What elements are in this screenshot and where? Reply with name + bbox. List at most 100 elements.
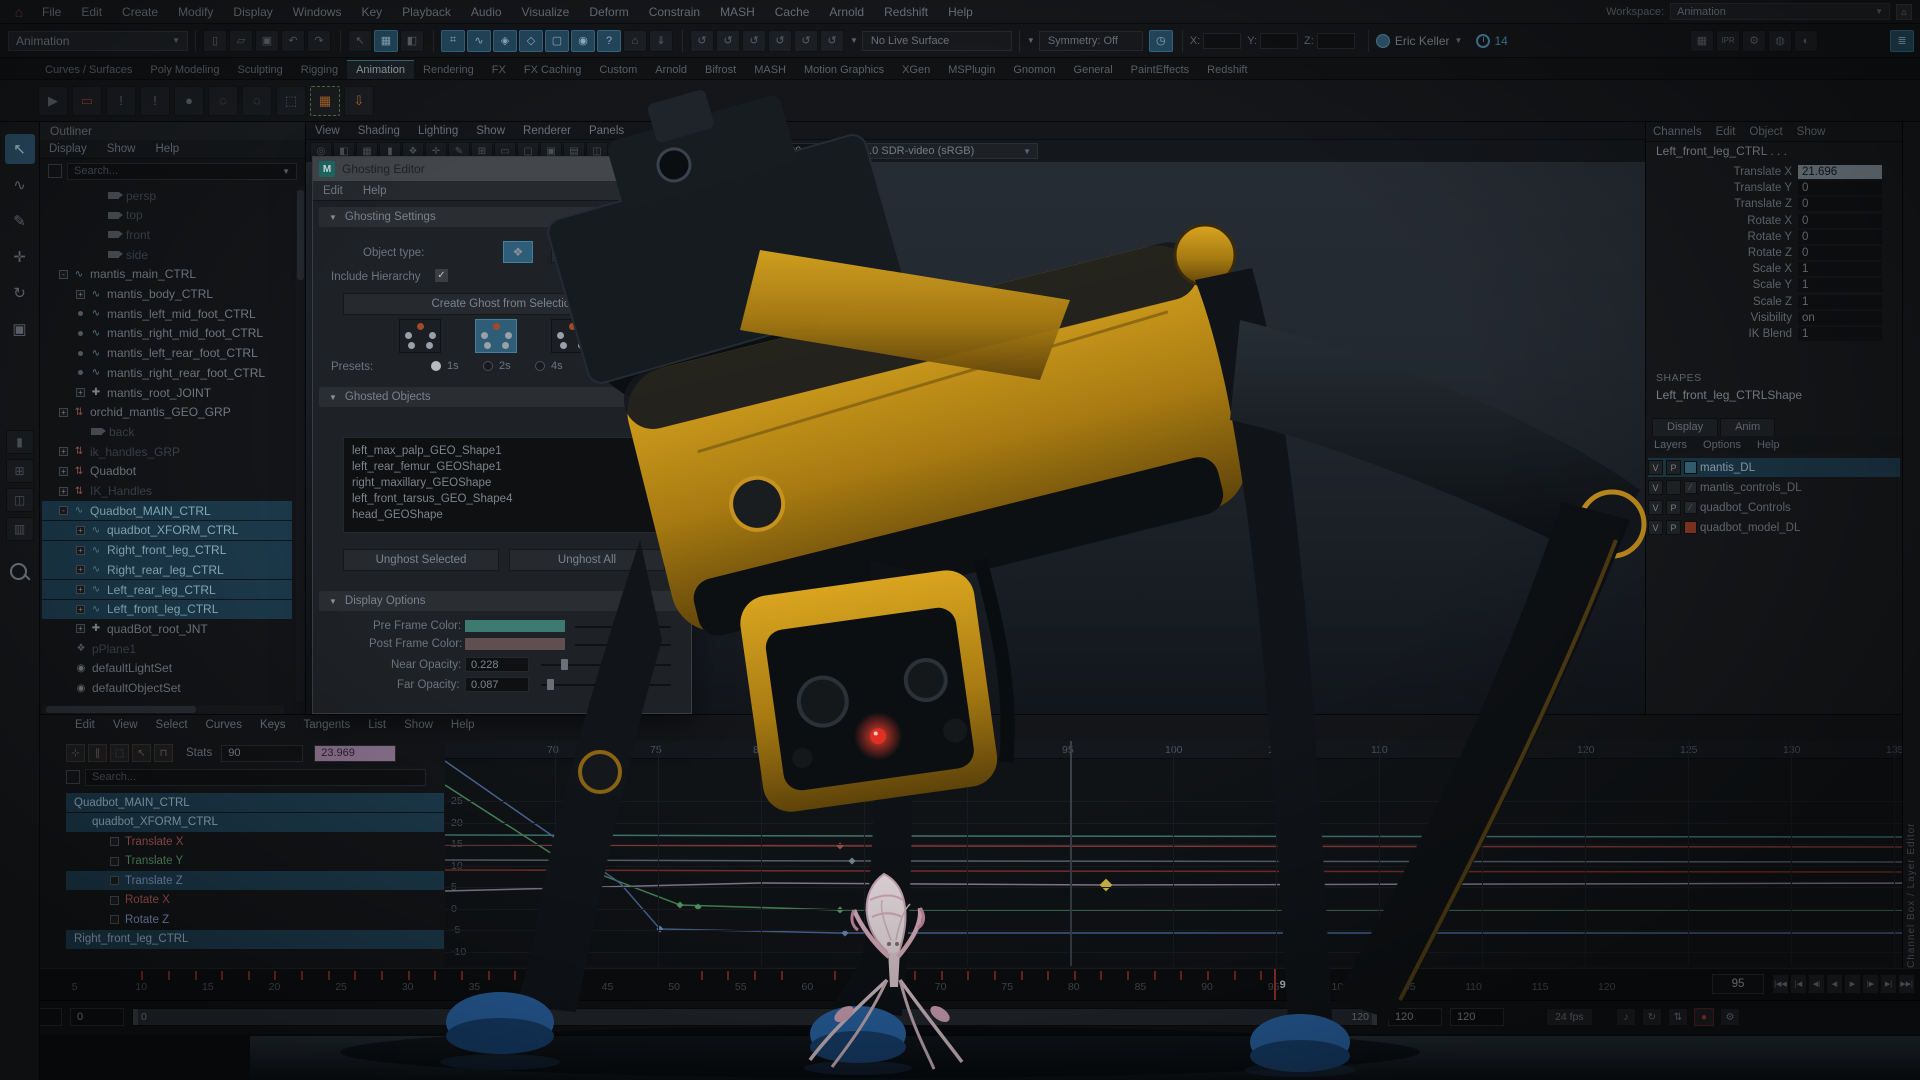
light-editor-icon[interactable]: ◐ <box>1794 30 1818 52</box>
channel-menu-edit[interactable]: Edit <box>1709 126 1743 138</box>
shelf-tab-mash[interactable]: MASH <box>745 61 795 79</box>
include-hierarchy-checkbox[interactable]: ✓ <box>435 269 448 282</box>
menu-file[interactable]: File <box>32 5 71 19</box>
redo-icon[interactable]: ↷ <box>307 30 331 52</box>
hypershade-icon[interactable]: ◍ <box>1768 30 1792 52</box>
dashed-circle-shelf-icon[interactable]: ◌ <box>242 86 272 116</box>
paint-select-tool[interactable]: ✎ <box>5 206 35 236</box>
menu-cache[interactable]: Cache <box>765 5 820 19</box>
viewport-menu-shading[interactable]: Shading <box>349 125 409 137</box>
graph-tree-translate-z[interactable]: Translate Z <box>66 871 444 890</box>
menu-windows[interactable]: Windows <box>283 5 352 19</box>
user-account-dropdown[interactable]: Eric Keller ▼ <box>1376 34 1463 48</box>
ghosted-objects-list[interactable]: left_max_palp_GEO_Shape1left_rear_femur_… <box>343 437 665 533</box>
preset-radio-5s[interactable] <box>587 361 597 371</box>
channel-attr-value[interactable]: 0 <box>1798 246 1882 260</box>
layer-row-mantis_DL[interactable]: VPmantis_DL <box>1648 458 1900 477</box>
outliner-menu-help[interactable]: Help <box>147 143 189 155</box>
scale-tool[interactable]: ▣ <box>5 314 35 344</box>
graph-menu-edit[interactable]: Edit <box>66 719 104 731</box>
graph-filter-icon[interactable] <box>66 770 80 784</box>
insert-key-icon[interactable]: ∥ <box>88 744 107 762</box>
menu-key[interactable]: Key <box>351 5 392 19</box>
outliner-horizontal-scrollbar[interactable] <box>42 705 284 714</box>
graph-menu-select[interactable]: Select <box>147 719 197 731</box>
ao-icon[interactable]: ◍ <box>701 142 723 160</box>
ghost-frames-preset-icon-1[interactable] <box>475 319 517 353</box>
move-nearest-key-icon[interactable]: ⊹ <box>66 744 85 762</box>
outliner-item-defaultLightSet[interactable]: ◉defaultLightSet <box>42 659 292 678</box>
select-tool[interactable]: ↖ <box>5 134 35 164</box>
unghost-selected-button[interactable]: Unghost Selected <box>343 549 499 571</box>
lattice-deform-icon[interactable]: ⬚ <box>110 744 129 762</box>
outliner-item-Right_rear_leg_CTRL[interactable]: +∿Right_rear_leg_CTRL <box>42 560 292 579</box>
highlight-selection-icon[interactable]: ⇓ <box>649 30 673 52</box>
pre-frame-slider[interactable] <box>575 626 671 628</box>
outliner-item-Quadbot_MAIN_CTRL[interactable]: -∿Quadbot_MAIN_CTRL <box>42 501 292 520</box>
key-marker[interactable] <box>676 901 683 908</box>
shelf-tab-animation[interactable]: Animation <box>347 60 414 79</box>
shelf-tab-fx[interactable]: FX <box>483 61 515 79</box>
ghost-type-mesh-icon[interactable]: ❖ <box>503 241 533 263</box>
post-frame-color-swatch[interactable] <box>465 638 565 650</box>
workspace-lock-icon[interactable]: ⌂ <box>1896 4 1912 20</box>
expander-icon[interactable]: + <box>76 585 85 594</box>
select-mask-component-icon[interactable]: ◧ <box>400 30 424 52</box>
sphere-shelf-icon[interactable]: ● <box>174 86 204 116</box>
workspace-dropdown[interactable]: Animation▼ <box>1670 3 1890 20</box>
snap-help-icon[interactable]: ? <box>597 30 621 52</box>
outliner-item-persp[interactable]: persp <box>42 186 292 205</box>
lock-selection-icon[interactable]: ⌂ <box>623 30 647 52</box>
playblast-shelf-icon[interactable]: ▶ <box>38 86 68 116</box>
shelf-tab-painteffects[interactable]: PaintEffects <box>1122 61 1199 79</box>
near-opacity-slider[interactable] <box>541 664 671 666</box>
outliner-item-top[interactable]: top <box>42 206 292 225</box>
outliner-item-Left_front_leg_CTRL[interactable]: +∿Left_front_leg_CTRL <box>42 600 292 619</box>
layer-color-swatch[interactable]: ∕ <box>1684 481 1697 494</box>
shelf-tab-custom[interactable]: Custom <box>590 61 646 79</box>
menu-set-dropdown[interactable]: Animation▼ <box>8 31 188 51</box>
ghosted-object-item[interactable]: left_rear_femur_GEOShape1 <box>352 459 656 475</box>
expander-icon[interactable]: + <box>76 565 85 574</box>
render-view-icon[interactable]: ▦ <box>1690 30 1714 52</box>
channel-menu-show[interactable]: Show <box>1790 126 1833 138</box>
shape-node-name[interactable]: Left_front_leg_CTRLShape <box>1646 386 1902 404</box>
ghosted-object-item[interactable]: right_maxillary_GEOShape <box>352 475 656 491</box>
channel-object-name[interactable]: Left_front_leg_CTRL . . . <box>1646 142 1902 160</box>
outliner-pane-layout-button[interactable]: ▥ <box>6 517 34 541</box>
unghost-all-button[interactable]: Unghost All <box>509 549 665 571</box>
expander-icon[interactable]: + <box>59 447 68 456</box>
outliner-item-mantis_root_JOINT[interactable]: +✚mantis_root_JOINT <box>42 383 292 402</box>
range-handle-right[interactable] <box>1372 1009 1377 1025</box>
outliner-item-front[interactable]: front <box>42 225 292 244</box>
exposure-field[interactable]: 1.00 <box>774 143 818 159</box>
menu-modify[interactable]: Modify <box>168 5 223 19</box>
outliner-vertical-scrollbar[interactable] <box>296 186 305 702</box>
layer-row-quadbot_Controls[interactable]: VP∕quadbot_Controls <box>1648 498 1900 517</box>
graph-menu-view[interactable]: View <box>104 719 147 731</box>
channel-attr-value[interactable]: 1 <box>1798 295 1882 309</box>
magnifier-icon[interactable] <box>7 560 33 586</box>
menu-audio[interactable]: Audio <box>461 5 512 19</box>
channel-attr-value[interactable]: 0 <box>1798 181 1882 195</box>
layer-visibility-toggle[interactable]: V <box>1648 460 1663 475</box>
circle-shelf-icon[interactable]: ◌ <box>208 86 238 116</box>
xray-icon[interactable]: ▩ <box>747 142 769 160</box>
expander-icon[interactable]: - <box>59 270 68 279</box>
graph-tree-rotate-z[interactable]: Rotate Z <box>66 910 444 929</box>
ghosting-settings-header[interactable]: ▼ Ghosting Settings <box>319 207 685 227</box>
construction-history-4-icon[interactable]: ↺ <box>768 30 792 52</box>
ghosting-editor-titlebar[interactable]: M Ghosting Editor — ◻ ✕ <box>313 157 691 181</box>
graph-tree-right_front_leg_ctrl[interactable]: Right_front_leg_CTRL <box>66 930 444 949</box>
shelf-tab-curves-surfaces[interactable]: Curves / Surfaces <box>36 61 141 79</box>
animation-end-field[interactable]: 120 <box>1450 1008 1504 1026</box>
preset-radio-4s[interactable] <box>535 361 545 371</box>
loop-icon[interactable]: ↻ <box>1642 1008 1662 1026</box>
create-ghost-button[interactable]: Create Ghost from Selection <box>343 293 665 315</box>
layer-tab-anim[interactable]: Anim <box>1720 418 1775 436</box>
outliner-item-back[interactable]: back <box>42 422 292 441</box>
graph-menu-show[interactable]: Show <box>395 719 442 731</box>
layer-color-swatch[interactable] <box>1684 461 1697 474</box>
ruler-shelf-icon[interactable]: ▭ <box>72 86 102 116</box>
preset-radio-2s[interactable] <box>483 361 493 371</box>
